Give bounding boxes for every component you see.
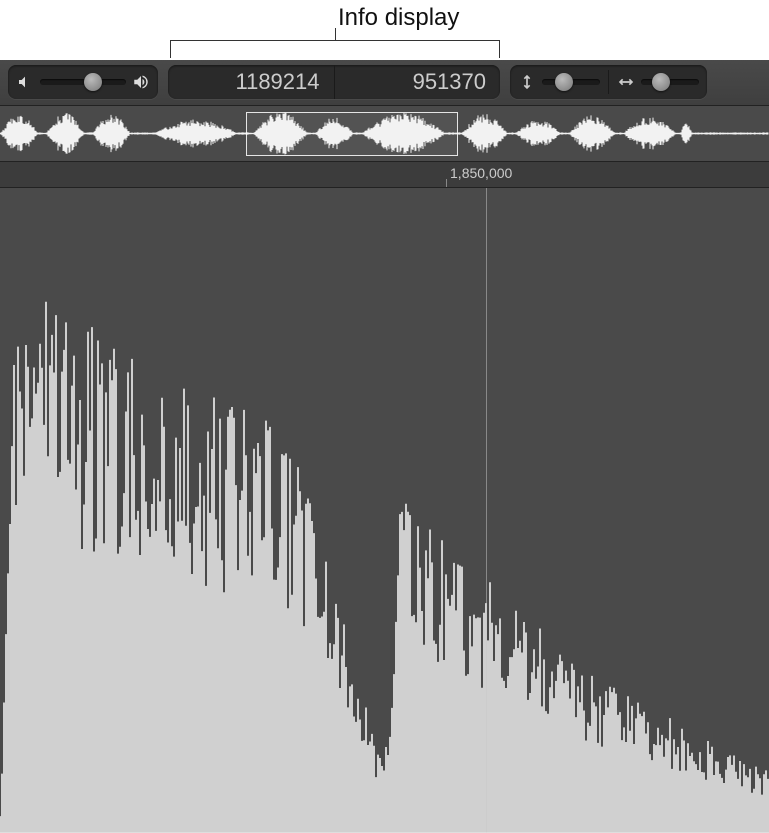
volume-low-icon	[14, 71, 36, 93]
annotation-bracket	[170, 40, 500, 60]
info-display: 1189214 951370	[168, 65, 500, 99]
horizontal-zoom-control[interactable]	[617, 73, 699, 91]
playhead[interactable]	[486, 188, 487, 833]
zoom-controls	[510, 65, 707, 99]
annotation-label: Info display	[338, 4, 459, 32]
overview-selection-box[interactable]	[246, 112, 457, 156]
waveform-editor[interactable]	[0, 188, 769, 833]
volume-control[interactable]	[8, 65, 158, 99]
vertical-zoom-control[interactable]	[518, 73, 600, 91]
vertical-zoom-slider[interactable]	[542, 79, 600, 85]
volume-slider[interactable]	[40, 79, 126, 85]
horizontal-zoom-slider[interactable]	[641, 79, 699, 85]
zoom-divider	[608, 70, 609, 94]
vertical-zoom-icon	[518, 73, 536, 91]
info-length-value[interactable]: 951370	[335, 65, 501, 99]
horizontal-zoom-icon	[617, 73, 635, 91]
waveform-overview[interactable]	[0, 106, 769, 162]
main-waveform-graphic	[0, 188, 769, 833]
time-ruler[interactable]: 1,850,000	[0, 162, 769, 188]
info-position-value[interactable]: 1189214	[168, 65, 335, 99]
audio-editor: 1189214 951370 1,850,000	[0, 58, 769, 833]
ruler-tick-label: 1,850,000	[450, 165, 512, 181]
toolbar: 1189214 951370	[0, 58, 769, 106]
volume-high-icon	[130, 71, 152, 93]
